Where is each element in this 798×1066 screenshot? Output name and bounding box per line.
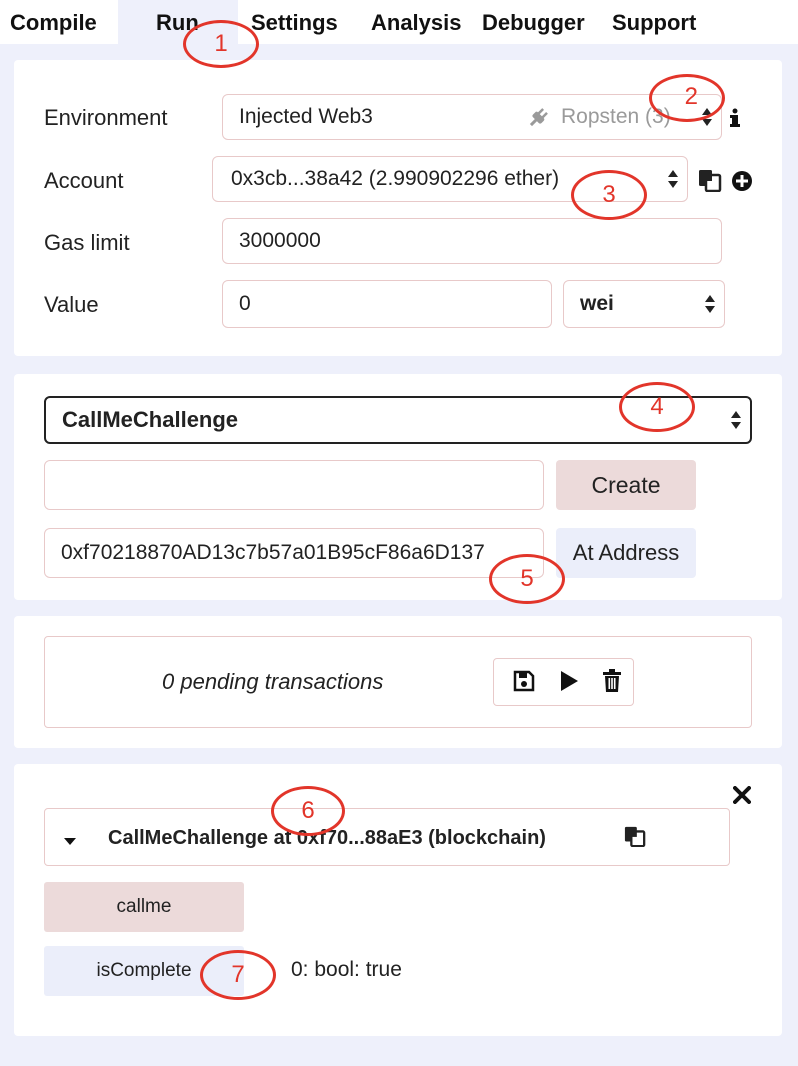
copy-icon[interactable] (697, 168, 723, 193)
tab-support[interactable]: Support (612, 10, 696, 36)
environment-value: Injected Web3 (239, 105, 373, 128)
pending-transactions-text: 0 pending transactions (162, 669, 384, 694)
annotation-7: 7 (200, 950, 276, 1000)
environment-label: Environment (44, 105, 168, 130)
annotation-6: 6 (271, 786, 345, 836)
updown-arrows-icon (731, 411, 741, 429)
copy-icon[interactable] (623, 825, 647, 848)
gas-limit-value: 3000000 (239, 229, 321, 252)
annotation-1: 1 (183, 20, 259, 68)
account-label: Account (44, 168, 124, 193)
annotation-4: 4 (619, 382, 695, 432)
value-amount: 0 (239, 292, 251, 315)
iscomplete-result: 0: bool: true (291, 958, 402, 981)
pending-box (44, 636, 752, 728)
gas-limit-label: Gas limit (44, 230, 130, 255)
info-icon[interactable] (728, 106, 742, 130)
plug-icon (525, 105, 551, 131)
account-value: 0x3cb...38a42 (2.990902296 ether) (231, 167, 560, 190)
value-input[interactable]: 0 (222, 280, 552, 328)
updown-arrows-icon (668, 170, 678, 188)
tab-compile[interactable]: Compile (10, 10, 97, 36)
close-icon[interactable] (733, 786, 751, 804)
tab-analysis[interactable]: Analysis (371, 10, 462, 36)
tab-debugger[interactable]: Debugger (482, 10, 585, 36)
annotation-5: 5 (489, 554, 565, 604)
value-unit: wei (580, 292, 614, 315)
create-button[interactable]: Create (556, 460, 696, 510)
callme-button[interactable]: callme (44, 882, 244, 932)
tab-settings[interactable]: Settings (251, 10, 338, 36)
value-label: Value (44, 292, 99, 317)
contract-name: CallMeChallenge (62, 407, 239, 432)
value-unit-select[interactable]: wei (563, 280, 725, 328)
annotation-3: 3 (571, 170, 647, 220)
at-address-button[interactable]: At Address (556, 528, 696, 578)
annotation-2: 2 (649, 74, 725, 122)
constructor-args-input[interactable] (44, 460, 544, 510)
trash-icon[interactable] (602, 669, 622, 693)
gas-limit-input[interactable]: 3000000 (222, 218, 722, 264)
updown-arrows-icon (705, 295, 715, 313)
caret-down-icon[interactable] (63, 833, 77, 845)
environment-select[interactable]: Injected Web3 Ropsten (3) (222, 94, 722, 140)
at-address-input[interactable]: 0xf70218870AD13c7b57a01B95cF86a6D137 (44, 528, 544, 578)
save-icon[interactable] (513, 670, 535, 692)
at-address-value: 0xf70218870AD13c7b57a01B95cF86a6D137 (61, 541, 485, 564)
plus-circle-icon[interactable] (731, 170, 753, 192)
play-icon[interactable] (558, 670, 580, 692)
